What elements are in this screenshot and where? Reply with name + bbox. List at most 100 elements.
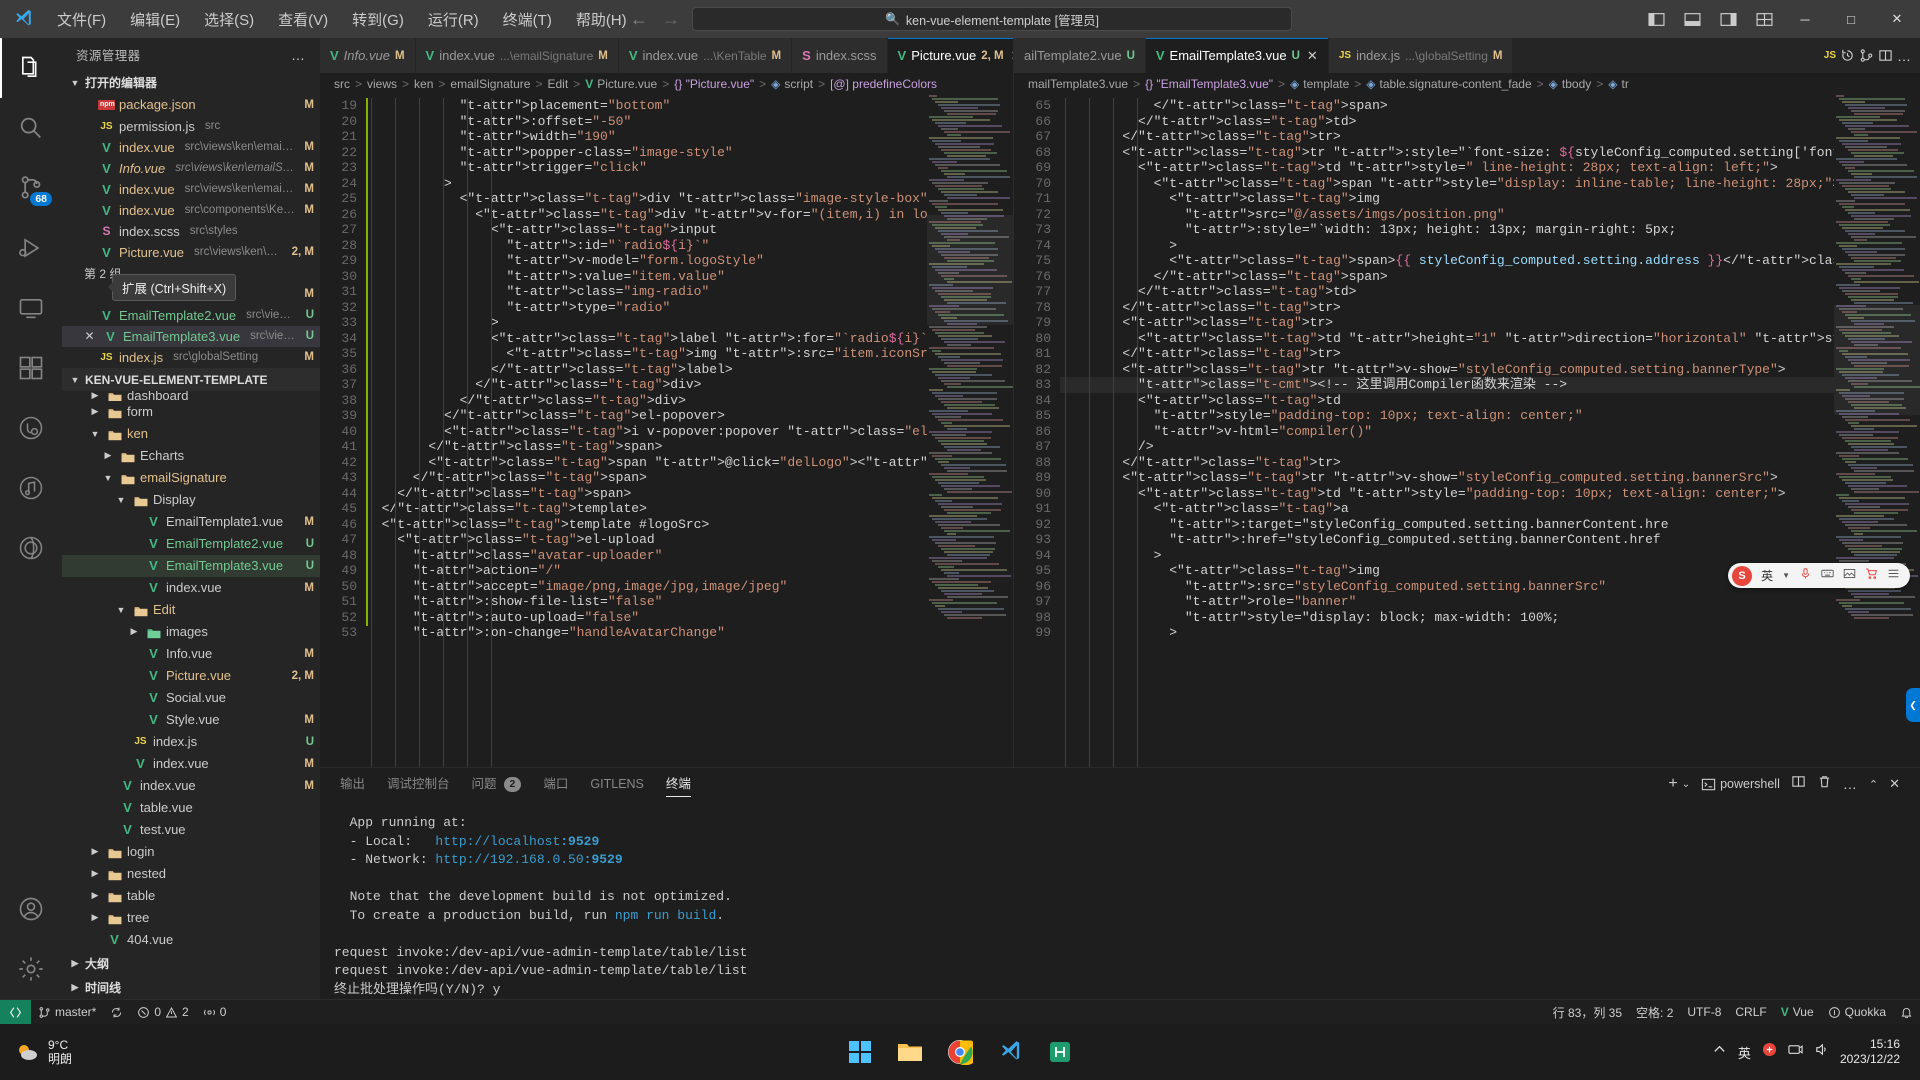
tree-folder[interactable]: ▶ form <box>62 401 320 423</box>
breadcrumb-item[interactable]: script <box>784 77 813 91</box>
code-line[interactable]: <"t-attr">class="t-tag">a <box>1060 501 1920 517</box>
code-line[interactable]: <"t-attr">class="t-tag">tr "t-attr">v-sh… <box>1060 470 1920 486</box>
outline-header[interactable]: ▶ 大纲 <box>62 951 320 975</box>
chevron-down-icon[interactable]: ▼ <box>114 605 128 615</box>
code-line[interactable]: <"t-attr">class="t-tag">span "t-attr">@c… <box>366 455 1013 471</box>
indentation[interactable]: 空格: 2 <box>1629 1000 1680 1025</box>
timeline-header[interactable]: ▶ 时间线 <box>62 975 320 999</box>
notifications-bell-icon[interactable] <box>1893 1000 1920 1025</box>
code-line[interactable]: <"t-attr">class="t-tag">label "t-attr">:… <box>366 331 1013 347</box>
volume-icon[interactable] <box>1814 1042 1829 1062</box>
toggle-secondary-sidebar-icon[interactable] <box>1710 0 1746 38</box>
code-line[interactable]: "t-attr">:target="styleConfig_computed.s… <box>1060 517 1920 533</box>
tree-file[interactable]: V Info.vue M <box>62 643 320 665</box>
code-line[interactable]: > <box>1060 625 1920 641</box>
customize-layout-icon[interactable] <box>1746 0 1782 38</box>
tree-folder[interactable]: ▶ nested <box>62 863 320 885</box>
chrome-icon[interactable] <box>943 1035 977 1069</box>
code-line[interactable]: <"t-attr">class="t-tag">td "t-attr">styl… <box>1060 486 1920 502</box>
code-line[interactable]: > <box>366 315 1013 331</box>
tree-file[interactable]: Vindex.vue M <box>62 753 320 775</box>
editor-more-icon[interactable]: … <box>1897 48 1912 64</box>
code-line[interactable]: <"t-attr">class="t-tag">tr "t-attr">v-sh… <box>1060 362 1920 378</box>
code-line[interactable]: </"t-attr">class="t-tag">label> <box>366 362 1013 378</box>
code-line[interactable]: <"t-attr">class="t-tag">div "t-attr">v-f… <box>366 207 1013 223</box>
encoding[interactable]: UTF-8 <box>1680 1000 1728 1025</box>
window-maximize-button[interactable]: □ <box>1828 0 1874 38</box>
secondary-sidebar-toggle[interactable]: ❮ <box>1906 688 1920 722</box>
tree-file[interactable]: V EmailTemplate3.vue U <box>62 554 320 577</box>
breadcrumb-item[interactable]: Edit <box>547 77 568 91</box>
list-item[interactable]: npm package.json M <box>62 94 320 115</box>
ime-mode-label[interactable]: 英 <box>1761 567 1773 584</box>
sidebar-item-search[interactable] <box>0 98 62 158</box>
tab-problems[interactable]: 问题 2 <box>472 768 522 800</box>
code-line[interactable]: "t-attr">v-html="compiler()" <box>1060 424 1920 440</box>
chevron-right-icon[interactable]: ▶ <box>88 846 102 857</box>
tree-folder[interactable]: ▶ Echarts <box>62 445 320 467</box>
panel-more-icon[interactable]: … <box>1843 776 1858 792</box>
tab-output[interactable]: 输出 <box>340 768 365 800</box>
vscode-icon[interactable] <box>993 1035 1027 1069</box>
code-line[interactable]: <"t-attr">class="t-tag">template #logoSr… <box>366 517 1013 533</box>
code-line[interactable]: <"t-attr">class="t-tag">td <box>1060 393 1920 409</box>
terminal-output[interactable]: App running at: - Local: http://localhos… <box>320 800 1920 999</box>
code-line[interactable]: "t-attr">:on-change="handleAvatarChange" <box>366 625 1013 641</box>
chevron-right-icon[interactable]: ▶ <box>88 868 102 879</box>
tree-file[interactable]: V Picture.vue 2, M <box>62 665 320 687</box>
ime-english-icon[interactable]: 英 <box>1738 1043 1751 1062</box>
tab-index-js[interactable]: JS index.js ...\globalSetting M <box>1328 38 1514 73</box>
tree-file[interactable]: Vindex.vue M <box>62 577 320 599</box>
quokka-indicator[interactable]: Quokka <box>1821 1000 1893 1025</box>
code-line[interactable]: "t-attr">class="avatar-uploader" <box>366 548 1013 564</box>
breadcrumb-item[interactable]: mailTemplate3.vue <box>1028 77 1128 91</box>
code-line[interactable]: "t-attr">style="padding-top: 10px; text-… <box>1060 408 1920 424</box>
sidebar-item-copilot[interactable] <box>0 518 62 578</box>
menu-file[interactable]: 文件(F) <box>46 5 117 34</box>
tree-file[interactable]: V Social.vue <box>62 687 320 709</box>
clock[interactable]: 15:16 2023/12/22 <box>1840 1037 1906 1067</box>
code-line[interactable]: <"t-attr">class="t-tag">tr "t-attr">:sty… <box>1060 145 1920 161</box>
chevron-right-icon[interactable]: ▶ <box>101 450 115 461</box>
branch-indicator[interactable]: master* <box>31 1000 103 1025</box>
language-mode[interactable]: V Vue <box>1774 1000 1821 1025</box>
close-panel-icon[interactable]: ✕ <box>1889 776 1900 792</box>
breadcrumb-item[interactable]: table.signature-content_fade <box>1380 77 1532 91</box>
cart-icon[interactable] <box>1865 567 1878 585</box>
tree-folder[interactable]: ▶ tree <box>62 907 320 929</box>
code-line[interactable]: </"t-attr">class="t-tag">tr> <box>1060 300 1920 316</box>
code-line[interactable]: > <box>1060 238 1920 254</box>
list-item[interactable]: V index.vue src\views\ken\emailSignature… <box>62 179 320 200</box>
quick-open-input[interactable]: 🔍 ken-vue-element-template [管理员] <box>692 7 1292 31</box>
window-minimize-button[interactable]: ─ <box>1782 0 1828 38</box>
code-line[interactable]: "t-attr">type="radio" <box>366 300 1013 316</box>
code-line[interactable]: "t-attr">v-model="form.logoStyle" <box>366 253 1013 269</box>
code-line[interactable]: <"t-attr">class="t-tag">span>{{ styleCon… <box>1060 253 1920 269</box>
split-editor-icon[interactable] <box>1859 48 1874 63</box>
breadcrumb-item[interactable]: Picture.vue <box>597 77 657 91</box>
code-line[interactable]: <"t-attr">class="t-tag">input <box>366 222 1013 238</box>
ports-indicator[interactable]: 0 <box>196 1000 234 1025</box>
code-line[interactable]: </"t-attr">class="t-tag">td> <box>1060 114 1920 130</box>
breadcrumb-item[interactable]: views <box>367 77 397 91</box>
code-line[interactable]: </"t-attr">class="t-tag">span> <box>366 439 1013 455</box>
close-icon[interactable]: ✕ <box>81 329 98 343</box>
code-line[interactable]: </"t-attr">class="t-tag">span> <box>366 470 1013 486</box>
image-icon[interactable] <box>1843 567 1856 585</box>
close-icon[interactable]: ✕ <box>1011 48 1013 64</box>
menu-selection[interactable]: 选择(S) <box>193 5 265 34</box>
sidebar-item-music[interactable] <box>0 458 62 518</box>
tab-info-vue[interactable]: V Info.vue M <box>320 38 416 73</box>
split-right-icon[interactable] <box>1878 48 1893 63</box>
list-item[interactable]: V Info.vue src\views\ken\emailSignature\… <box>62 158 320 179</box>
new-terminal-button[interactable]: + ⌄ <box>1668 775 1690 793</box>
back-button[interactable]: ← <box>628 9 650 30</box>
start-icon[interactable] <box>843 1035 877 1069</box>
project-root-header[interactable]: ▼ KEN-VUE-ELEMENT-TEMPLATE <box>62 368 320 391</box>
ime-toolbar[interactable]: S 英 ▼ <box>1728 563 1910 588</box>
code-line[interactable]: </"t-attr">class="t-tag">span> <box>366 486 1013 502</box>
list-item[interactable]: V EmailTemplate2.vue src\views\ken\email… <box>62 305 320 326</box>
tab-emailtemplate2-vue[interactable]: ailTemplate2.vue U <box>1014 38 1146 73</box>
tree-file[interactable]: V EmailTemplate2.vue U <box>62 533 320 555</box>
code-content-right[interactable]: </"t-attr">class="t-tag">span> </"t-attr… <box>1060 95 1920 767</box>
